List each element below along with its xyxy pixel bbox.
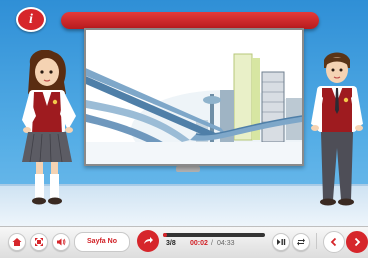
city-illustration bbox=[81, 30, 321, 170]
fullscreen-button[interactable] bbox=[30, 233, 48, 251]
previous-button[interactable] bbox=[323, 231, 345, 253]
page-number-button[interactable]: Sayfa No bbox=[74, 232, 130, 252]
time-current: 00:02 bbox=[190, 240, 208, 247]
divider bbox=[316, 233, 317, 249]
go-button[interactable] bbox=[137, 230, 159, 252]
projection-screen bbox=[81, 28, 321, 170]
lesson-stage: i Sayfa No 3/8 00:02 / 04:33 bbox=[0, 0, 368, 258]
time-total: 04:33 bbox=[217, 240, 235, 247]
volume-icon bbox=[57, 238, 66, 246]
page-counter: 3/8 bbox=[166, 240, 176, 247]
girl-character bbox=[22, 50, 76, 205]
volume-button[interactable] bbox=[52, 233, 70, 251]
chevron-right-icon bbox=[354, 237, 361, 247]
go-arrow-icon bbox=[144, 237, 153, 244]
home-button[interactable] bbox=[8, 233, 26, 251]
home-icon bbox=[12, 238, 22, 246]
info-button[interactable]: i bbox=[16, 7, 46, 32]
boy-character bbox=[311, 52, 363, 206]
play-pause-icon bbox=[277, 239, 286, 245]
progress-fill bbox=[163, 233, 168, 237]
repeat-icon bbox=[297, 238, 305, 246]
time-separator: / bbox=[211, 240, 213, 247]
fullscreen-icon bbox=[35, 238, 43, 246]
chevron-left-icon bbox=[330, 237, 337, 247]
player-control-bar: Sayfa No 3/8 00:02 / 04:33 bbox=[0, 226, 368, 258]
projection-screen-roll bbox=[61, 12, 319, 29]
next-button[interactable] bbox=[346, 231, 368, 253]
repeat-button[interactable] bbox=[292, 233, 310, 251]
progress-track[interactable] bbox=[163, 233, 265, 237]
play-pause-button[interactable] bbox=[272, 233, 290, 251]
